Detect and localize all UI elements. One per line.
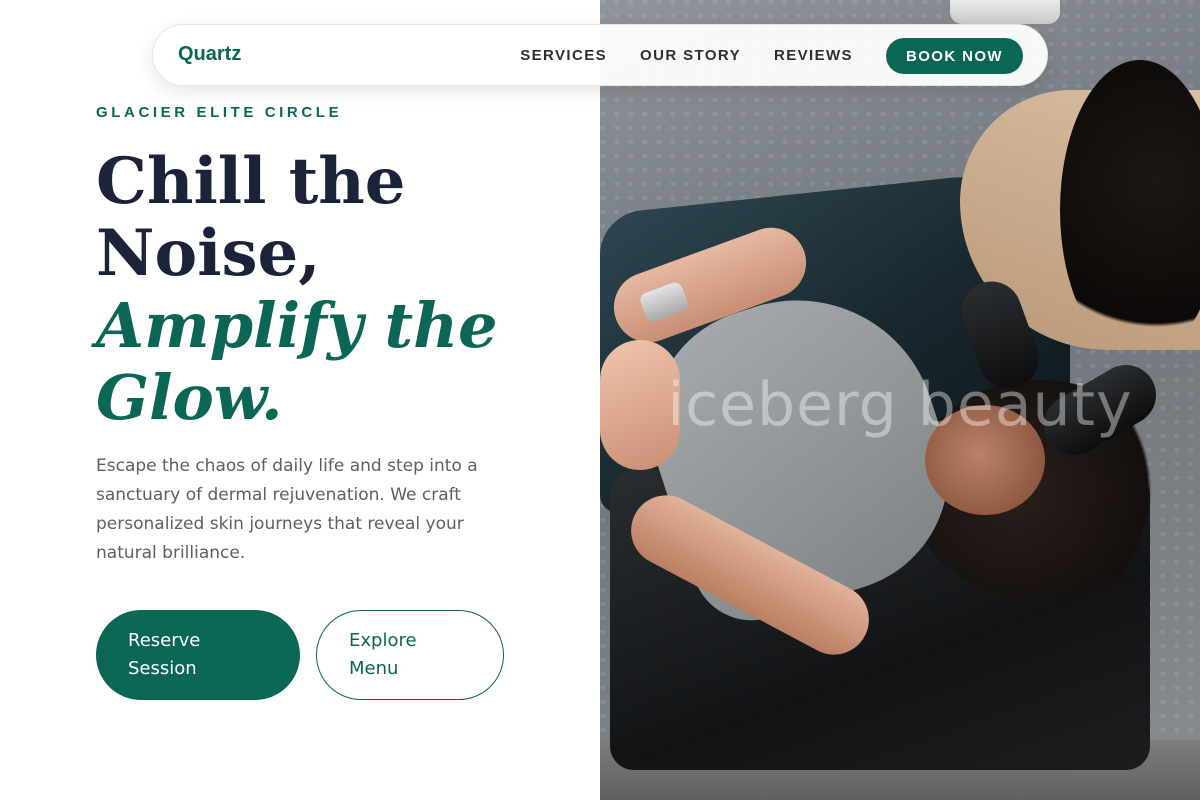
photo-planter (950, 0, 1060, 24)
book-now-button[interactable]: BOOK NOW (885, 38, 1023, 74)
top-navigation: Quartz SERVICES OUR STORY REVIEWS BOOK N… (152, 24, 1048, 86)
brand-logo[interactable]: Quartz (178, 43, 241, 66)
nav-link-services[interactable]: SERVICES (520, 38, 607, 74)
headline-line-4: Glow. (96, 361, 283, 434)
nav-links: SERVICES OUR STORY REVIEWS BOOK NOW (520, 38, 1023, 74)
explore-menu-label-1: Explore (349, 630, 417, 651)
explore-menu-button[interactable]: Explore Menu (316, 610, 504, 700)
reserve-session-label-1: Reserve (128, 630, 201, 651)
hero-photo: iceberg beauty (600, 0, 1200, 800)
photo-watermark: iceberg beauty (667, 370, 1133, 440)
nav-link-our-story[interactable]: OUR STORY (640, 38, 741, 74)
headline-line-3: Amplify the (96, 289, 498, 362)
hero-description: Escape the chaos of daily life and step … (96, 456, 478, 563)
nav-link-reviews[interactable]: REVIEWS (774, 38, 853, 74)
reserve-session-label-2: Session (128, 658, 197, 679)
headline-line-1: Chill the (96, 144, 406, 219)
hero-eyebrow: GLACIER ELITE CIRCLE (96, 104, 343, 121)
hero-headline: Chill the Noise, Amplify the Glow. (96, 146, 576, 434)
explore-menu-label-2: Menu (349, 658, 399, 679)
headline-line-2: Noise, (96, 216, 321, 291)
reserve-session-button[interactable]: Reserve Session (96, 610, 300, 700)
